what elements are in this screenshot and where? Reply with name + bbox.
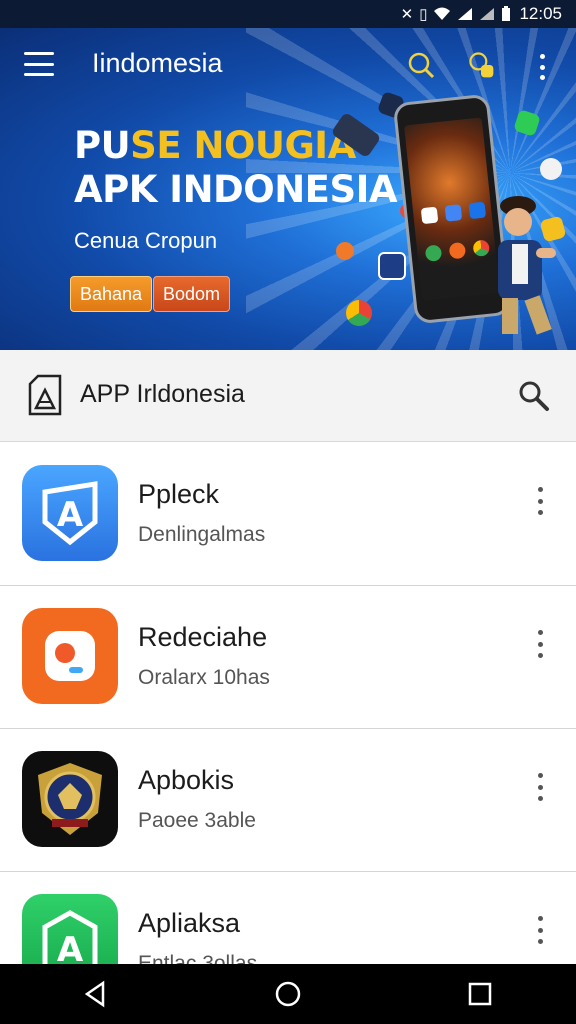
app-name: Ppleck [138, 479, 220, 509]
letter-a-blue-icon: A [22, 465, 118, 561]
app-subtitle: Oralarx 10has [138, 666, 270, 689]
app-name: Apbokis [138, 765, 235, 795]
app-subtitle: Paoee 3able [138, 809, 256, 832]
more-vert-icon[interactable] [528, 483, 552, 519]
vibrate-icon: ▯ [419, 6, 428, 23]
app-subtitle: Denlingalmas [138, 523, 266, 546]
section-title: APP Irldonesia [80, 380, 245, 408]
more-vert-icon[interactable] [528, 769, 552, 805]
app-name: Redeciahe [138, 622, 268, 652]
banner-button-2[interactable]: Bodom [153, 276, 231, 312]
nfc-icon: ✕ [400, 6, 414, 23]
app-title: Iindomesia [92, 48, 223, 78]
hero-banner: Iindomesia PUSE NOUGIA APK INDONESIA Cen… [0, 28, 576, 350]
floating-chrome-icon [346, 300, 372, 326]
battery-icon [502, 6, 511, 21]
recents-icon[interactable] [450, 964, 510, 1024]
wifi-icon [434, 7, 451, 20]
more-vert-icon[interactable] [528, 626, 552, 662]
section-header: APP Irldonesia [0, 350, 576, 442]
more-vert-icon[interactable] [528, 912, 552, 948]
headline-part2: SE NOUGIA [130, 124, 356, 167]
list-item[interactable]: Redeciahe Oralarx 10has [0, 586, 576, 729]
orange-app-icon [22, 608, 118, 704]
banner-tagline: Cenua Cropun [74, 228, 218, 253]
floating-app-icon [336, 242, 354, 260]
navigation-bar [0, 964, 576, 1024]
home-icon[interactable] [258, 964, 318, 1024]
status-time: 12:05 [519, 4, 562, 23]
status-bar: ✕ ▯ 12:05 [0, 0, 576, 28]
mascot-illustration [498, 196, 556, 335]
search-icon[interactable] [406, 50, 436, 80]
app-name: Apliaksa [138, 908, 241, 938]
menu-icon[interactable] [24, 52, 54, 76]
app-file-icon [28, 374, 62, 416]
floating-app-icon [540, 158, 562, 180]
signal-icon [458, 8, 473, 20]
list-item[interactable]: Apbokis Paoee 3able [0, 729, 576, 872]
floating-app-icon [378, 252, 406, 280]
status-icons: ✕ ▯ [401, 5, 512, 23]
svg-text:A: A [57, 495, 84, 535]
back-icon[interactable] [66, 964, 126, 1024]
headline-part1: PU [74, 124, 131, 167]
notification-icon[interactable] [466, 50, 496, 80]
list-item[interactable]: A Ppleck Denlingalmas [0, 443, 576, 586]
app-list: A Ppleck Denlingalmas Redeciahe Oralarx … [0, 443, 576, 1015]
banner-button-1[interactable]: Bahana [70, 276, 153, 312]
more-vert-icon[interactable] [540, 54, 548, 80]
search-icon[interactable] [516, 378, 550, 412]
emblem-icon [22, 751, 118, 847]
signal-icon [480, 8, 495, 20]
headline-line2: APK INDONESIA [74, 168, 398, 212]
